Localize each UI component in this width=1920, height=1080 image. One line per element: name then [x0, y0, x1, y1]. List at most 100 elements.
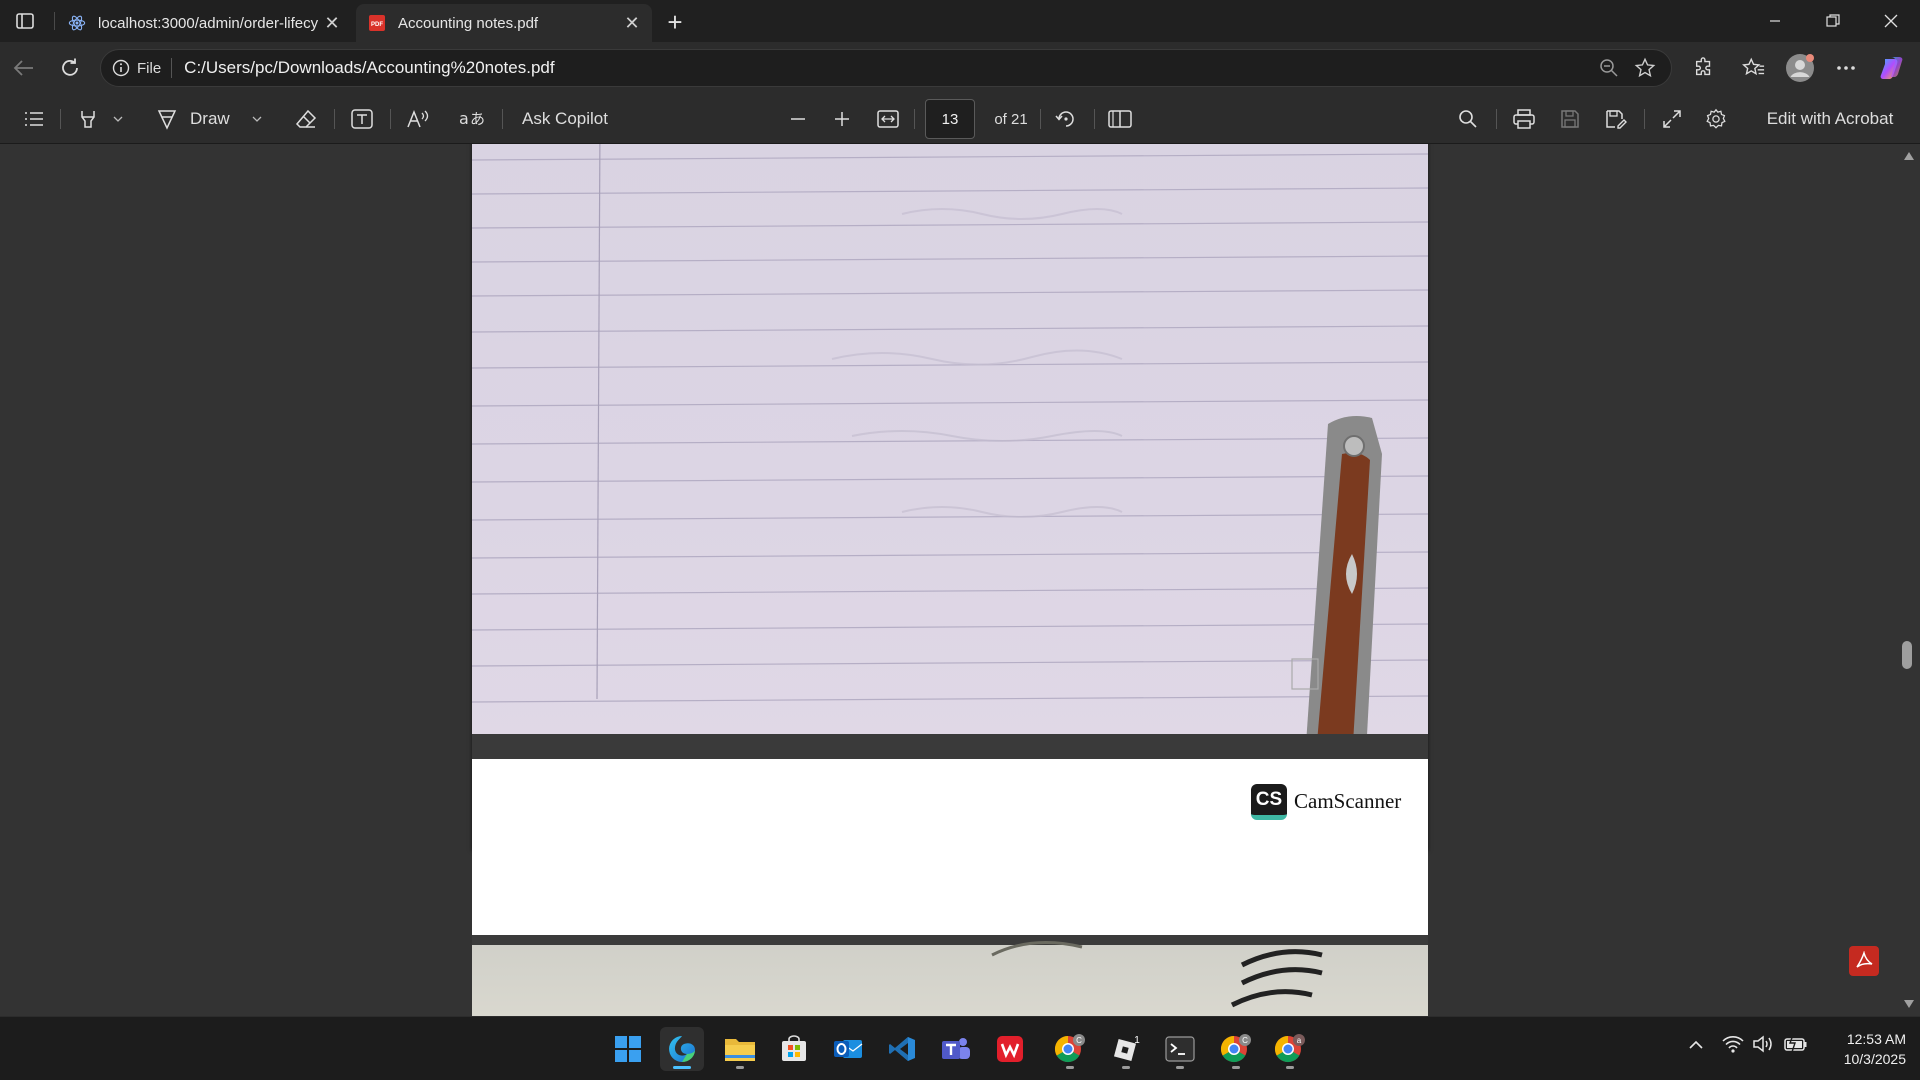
- page-view-icon[interactable]: [1104, 103, 1136, 135]
- chrome-profile-icon[interactable]: a: [1268, 1027, 1312, 1071]
- save-icon[interactable]: [1554, 103, 1586, 135]
- highlight-chevron-down-icon[interactable]: [108, 103, 128, 135]
- edge-icon[interactable]: [660, 1027, 704, 1071]
- full-screen-icon[interactable]: [1656, 103, 1688, 135]
- title-bar: localhost:3000/admin/order-lifecy ✕ PDF …: [0, 0, 1920, 42]
- rotate-icon[interactable]: [1050, 103, 1082, 135]
- page-count-label: of 21: [994, 110, 1028, 128]
- zoom-out-icon[interactable]: [1593, 58, 1625, 78]
- terminal-icon[interactable]: [1158, 1027, 1202, 1071]
- toolbar-divider: [1040, 109, 1041, 129]
- more-options-icon[interactable]: [1830, 52, 1862, 84]
- teams-icon[interactable]: [934, 1027, 978, 1071]
- pdf-page-13: CS CamScanner: [472, 144, 1428, 851]
- settings-gear-icon[interactable]: [1700, 103, 1732, 135]
- vertical-scrollbar[interactable]: [1898, 144, 1920, 1016]
- toolbar-divider: [1094, 109, 1095, 129]
- file-explorer-icon[interactable]: [718, 1027, 762, 1071]
- svg-text:C: C: [1076, 1036, 1082, 1045]
- battery-icon[interactable]: [1784, 1034, 1808, 1058]
- chrome-profile-icon[interactable]: C: [1214, 1027, 1258, 1071]
- acrobat-icon[interactable]: [1849, 946, 1879, 976]
- scrollbar-thumb[interactable]: [1902, 641, 1912, 669]
- system-clock[interactable]: 12:53 AM 10/3/2025: [1816, 1029, 1906, 1069]
- minimize-button[interactable]: [1746, 0, 1804, 42]
- address-bar[interactable]: File C:/Users/pc/Downloads/Accounting%20…: [100, 49, 1672, 87]
- wps-office-icon[interactable]: [988, 1027, 1032, 1071]
- app-badge-count: 1: [1134, 1035, 1140, 1046]
- favorite-star-icon[interactable]: [1625, 57, 1665, 79]
- translate-icon[interactable]: aあ: [456, 103, 488, 135]
- vs-code-icon[interactable]: [880, 1027, 924, 1071]
- navigation-bar: File C:/Users/pc/Downloads/Accounting%20…: [0, 42, 1920, 94]
- toolbar-divider: [1496, 109, 1497, 129]
- scroll-up-arrow-icon[interactable]: [1904, 152, 1914, 160]
- zoom-out-button[interactable]: [782, 103, 814, 135]
- table-of-contents-icon[interactable]: [18, 103, 50, 135]
- clock-date: 10/3/2025: [1843, 1051, 1906, 1067]
- windows-start-icon[interactable]: [606, 1027, 650, 1071]
- chrome-profile-icon[interactable]: C: [1048, 1027, 1092, 1071]
- svg-text:a: a: [1297, 1036, 1302, 1045]
- print-icon[interactable]: [1508, 103, 1540, 135]
- running-indicator: [1122, 1066, 1130, 1069]
- clock-time: 12:53 AM: [1846, 1031, 1906, 1047]
- microsoft-store-icon[interactable]: [772, 1027, 816, 1071]
- back-arrow-icon[interactable]: [8, 52, 40, 84]
- refresh-icon[interactable]: [54, 52, 86, 84]
- camscanner-label: CamScanner: [1294, 789, 1402, 813]
- close-window-button[interactable]: [1862, 0, 1920, 42]
- show-hidden-icons-chevron-up-icon[interactable]: [1688, 1037, 1704, 1055]
- favorites-icon[interactable]: [1738, 52, 1770, 84]
- pdf-viewer[interactable]: CS CamScanner: [0, 144, 1920, 1016]
- new-tab-button[interactable]: +: [660, 7, 690, 37]
- volume-icon[interactable]: [1752, 1035, 1774, 1058]
- address-divider: [171, 58, 173, 78]
- running-indicator: [1176, 1066, 1184, 1069]
- running-indicator: [1066, 1066, 1074, 1069]
- tab-actions-menu-icon[interactable]: [12, 10, 38, 32]
- extensions-icon[interactable]: [1688, 52, 1720, 84]
- eraser-icon[interactable]: [290, 103, 322, 135]
- page-number-input[interactable]: 13: [925, 99, 975, 139]
- running-indicator: [1232, 1066, 1240, 1069]
- tab-localhost[interactable]: localhost:3000/admin/order-lifecy ✕: [56, 4, 352, 42]
- pdf-page-14: [472, 849, 1428, 1016]
- outlook-icon[interactable]: [826, 1027, 870, 1071]
- profile-avatar[interactable]: [1784, 52, 1816, 84]
- info-icon[interactable]: [111, 58, 131, 78]
- close-tab-icon[interactable]: ✕: [320, 11, 344, 35]
- running-indicator: [673, 1066, 691, 1069]
- scheme-label: File: [137, 59, 162, 77]
- highlight-icon[interactable]: [72, 103, 104, 135]
- wifi-icon[interactable]: [1722, 1035, 1744, 1058]
- running-indicator: [736, 1066, 744, 1069]
- fit-to-width-icon[interactable]: [872, 103, 904, 135]
- restore-button[interactable]: [1804, 0, 1862, 42]
- copilot-icon[interactable]: [1876, 52, 1908, 84]
- save-as-icon[interactable]: [1600, 103, 1632, 135]
- tab-accounting-notes[interactable]: PDF Accounting notes.pdf ✕: [356, 4, 652, 42]
- running-indicator: [1286, 1066, 1294, 1069]
- scanned-notebook-photo: [472, 144, 1428, 764]
- pdf-toolbar: Draw aあ Ask Copilot 13 of 21 Edit with A…: [0, 94, 1920, 144]
- add-text-icon[interactable]: [346, 103, 378, 135]
- ask-copilot-button[interactable]: Ask Copilot: [514, 103, 624, 135]
- toolbar-divider: [390, 109, 391, 129]
- read-aloud-icon[interactable]: [402, 103, 434, 135]
- zoom-in-button[interactable]: [826, 103, 858, 135]
- draw-icon: [156, 108, 178, 130]
- url-text[interactable]: C:/Users/pc/Downloads/Accounting%20notes…: [184, 58, 554, 78]
- scroll-down-arrow-icon[interactable]: [1904, 1000, 1914, 1008]
- scanned-notebook-photo: [472, 935, 1428, 1016]
- svg-text:a: a: [459, 109, 469, 128]
- toolbar-divider: [914, 109, 915, 129]
- camscanner-logo: CS: [1251, 784, 1287, 820]
- draw-tool-button[interactable]: Draw: [156, 103, 266, 135]
- roblox-studio-icon[interactable]: 1: [1104, 1027, 1148, 1071]
- draw-chevron-down-icon[interactable]: [252, 116, 262, 122]
- svg-text:あ: あ: [470, 110, 485, 128]
- search-icon[interactable]: [1452, 103, 1484, 135]
- edit-with-acrobat-button[interactable]: Edit with Acrobat: [1754, 103, 1906, 135]
- close-tab-icon[interactable]: ✕: [620, 11, 644, 35]
